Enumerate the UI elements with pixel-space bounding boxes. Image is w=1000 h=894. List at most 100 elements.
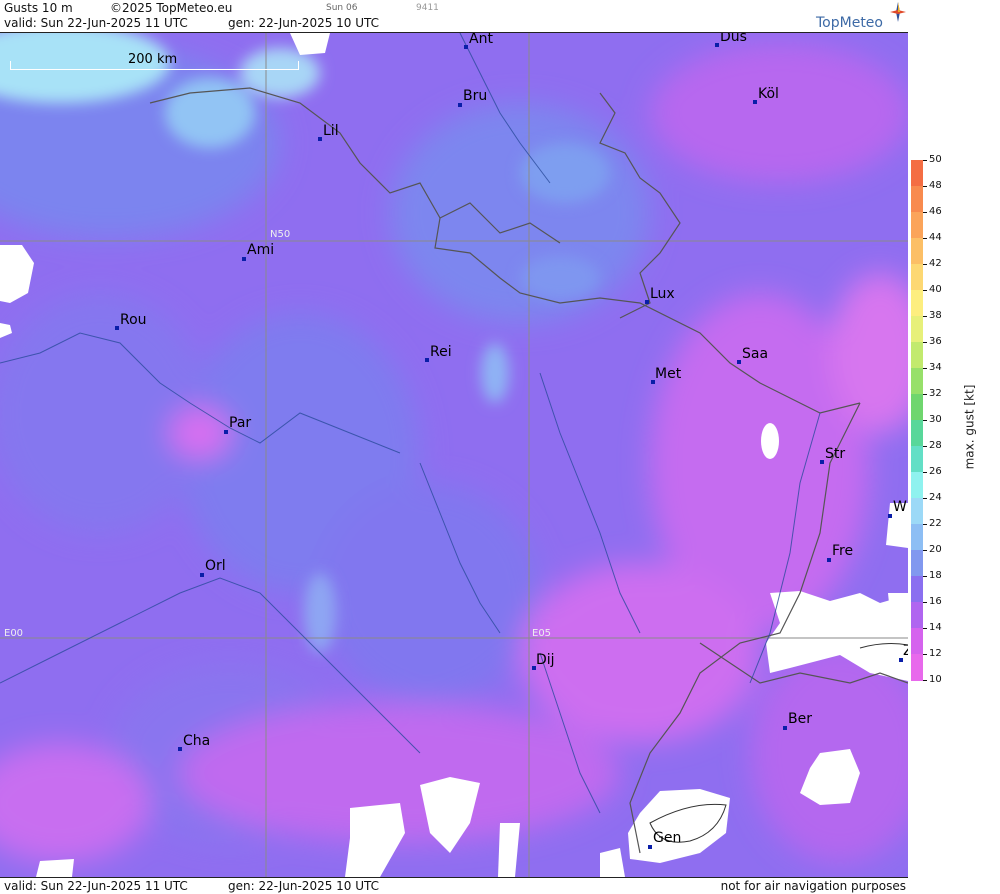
colorbar-tick-mark	[923, 446, 927, 447]
colorbar-swatch	[911, 420, 923, 447]
footer-valid-time: valid: Sun 22-Jun-2025 11 UTC	[4, 879, 188, 893]
city-label: Str	[825, 446, 846, 462]
disclaimer-text: not for air navigation purposes	[720, 879, 906, 893]
footer-gen-time: gen: 22-Jun-2025 10 UTC	[228, 879, 380, 893]
copyright-text: ©2025 TopMeteo.eu	[110, 1, 233, 15]
colorbar-tick-label: 34	[929, 362, 942, 373]
city-dot-icon	[115, 326, 119, 330]
city-dot-icon	[425, 358, 429, 362]
colorbar-swatch	[911, 264, 923, 291]
colorbar-swatch	[911, 446, 923, 473]
city-dot-icon	[737, 360, 741, 364]
city-label: Rei	[430, 344, 452, 360]
colorbar-tick-mark	[923, 186, 927, 187]
colorbar-swatch	[911, 628, 923, 655]
gust-field	[0, 33, 908, 877]
city-dot-icon	[783, 726, 787, 730]
city-dot-icon	[200, 573, 204, 577]
colorbar-swatch	[911, 316, 923, 343]
city-label: Fre	[832, 543, 854, 559]
colorbar-swatch	[911, 654, 923, 681]
city-label: Orl	[205, 558, 226, 574]
city-label: Rou	[120, 312, 147, 328]
grid-label-e05: E05	[532, 628, 552, 639]
colorbar-swatch	[911, 472, 923, 499]
city-dot-icon	[224, 430, 228, 434]
city-label: Düs	[720, 33, 747, 45]
city-label: Par	[229, 415, 252, 431]
city-dot-icon	[458, 103, 462, 107]
city-label: Ami	[247, 242, 275, 258]
colorbar-tick-label: 12	[929, 648, 942, 659]
product-title: Gusts 10 m	[4, 1, 73, 15]
city-dot-icon	[178, 747, 182, 751]
colorbar-tick-label: 40	[929, 284, 942, 295]
colorbar-tick-label: 36	[929, 336, 942, 347]
city-dot-icon	[820, 460, 824, 464]
scale-label: 200 km	[128, 52, 178, 67]
colorbar-tick-mark	[923, 368, 927, 369]
colorbar-tick-mark	[923, 550, 927, 551]
city-label: Z	[903, 643, 908, 659]
colorbar-swatch	[911, 342, 923, 369]
colorbar-title: max. gust [kt]	[962, 384, 977, 470]
city-dot-icon	[753, 100, 757, 104]
colorbar-tick-mark	[923, 316, 927, 317]
city-dot-icon	[242, 257, 246, 261]
city-label: Köl	[758, 86, 779, 102]
city-label: Cha	[183, 733, 211, 749]
city-label: Ber	[788, 711, 812, 727]
grid-label-n50: N50	[270, 229, 291, 240]
colorbar-tick-mark	[923, 576, 927, 577]
colorbar-tick-mark	[923, 498, 927, 499]
colorbar-tick-label: 44	[929, 232, 942, 243]
colorbar-swatch	[911, 602, 923, 629]
colorbar-tick-mark	[923, 654, 927, 655]
colorbar-swatch	[911, 238, 923, 265]
colorbar-tick-label: 38	[929, 310, 942, 321]
city-label: Met	[655, 366, 682, 382]
colorbar-tick-label: 24	[929, 492, 942, 503]
colorbar-tick-mark	[923, 394, 927, 395]
code-tag: 9411	[416, 3, 439, 13]
colorbar-swatch	[911, 550, 923, 577]
footer-bar: valid: Sun 22-Jun-2025 11 UTC gen: 22-Ju…	[0, 877, 908, 894]
colorbar-tick-mark	[923, 212, 927, 213]
colorbar-tick-label: 30	[929, 414, 942, 425]
colorbar-tick-mark	[923, 160, 927, 161]
colorbar	[911, 160, 923, 681]
colorbar-tick-mark	[923, 524, 927, 525]
colorbar-tick-mark	[923, 628, 927, 629]
colorbar-swatch	[911, 394, 923, 421]
colorbar-swatch	[911, 368, 923, 395]
run-tag: Sun 06	[326, 3, 358, 13]
colorbar-tick-label: 42	[929, 258, 942, 269]
colorbar-tick-label: 22	[929, 518, 942, 529]
colorbar-tick-label: 28	[929, 440, 942, 451]
colorbar-swatch	[911, 186, 923, 213]
colorbar-tick-label: 26	[929, 466, 942, 477]
colorbar-tick-mark	[923, 238, 927, 239]
gen-time: gen: 22-Jun-2025 10 UTC	[228, 16, 380, 30]
city-label: Lil	[323, 123, 339, 139]
city-dot-icon	[888, 514, 892, 518]
colorbar-swatch	[911, 290, 923, 317]
header-bar: Gusts 10 m ©2025 TopMeteo.eu Sun 06 9411…	[0, 0, 908, 33]
colorbar-swatch	[911, 212, 923, 239]
colorbar-tick-label: 10	[929, 674, 942, 685]
city-dot-icon	[318, 137, 322, 141]
city-dot-icon	[645, 300, 649, 304]
city-dot-icon	[715, 43, 719, 47]
colorbar-tick-mark	[923, 264, 927, 265]
colorbar-tick-label: 46	[929, 206, 942, 217]
colorbar-swatch	[911, 524, 923, 551]
grid-label-e00: E00	[4, 628, 24, 639]
city-label: W	[893, 499, 907, 515]
gust-map[interactable]: 200 km N50 E00 E05 Ant Düs Bru Köl Lil A…	[0, 33, 908, 877]
city-label: Gen	[653, 830, 682, 846]
city-dot-icon	[648, 845, 652, 849]
colorbar-tick-label: 20	[929, 544, 942, 555]
colorbar-tick-mark	[923, 602, 927, 603]
city-dot-icon	[827, 558, 831, 562]
colorbar-tick-label: 50	[929, 154, 942, 165]
